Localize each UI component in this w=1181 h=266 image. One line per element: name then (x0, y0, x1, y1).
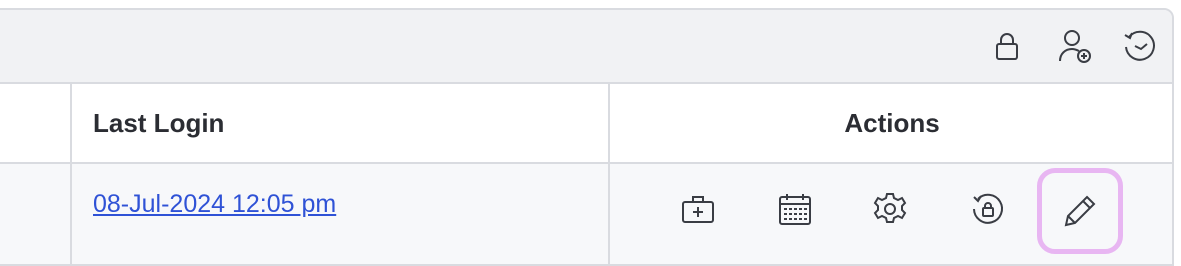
history-icon[interactable] (1120, 26, 1160, 66)
last-login-link[interactable]: 08-Jul-2024 12:05 pm (93, 190, 336, 219)
table-row: 08-Jul-2024 12:05 pm (0, 164, 1172, 264)
column-header-actions: Actions (844, 107, 940, 138)
table-toolbar (0, 10, 1172, 82)
medical-kit-icon[interactable] (675, 186, 721, 232)
column-divider (70, 82, 72, 264)
table-header-row: Last Login Actions (0, 82, 1172, 164)
add-user-icon[interactable] (1055, 26, 1095, 66)
pencil-icon[interactable] (1037, 168, 1123, 254)
users-table-panel: Last Login Actions 08-Jul-2024 12:05 pm (0, 8, 1174, 266)
gear-icon[interactable] (867, 186, 913, 232)
column-divider (608, 82, 610, 264)
lock-icon[interactable] (987, 26, 1027, 66)
calendar-icon[interactable] (772, 186, 818, 232)
reset-lock-icon[interactable] (965, 186, 1011, 232)
column-header-last-login[interactable]: Last Login (93, 84, 224, 162)
